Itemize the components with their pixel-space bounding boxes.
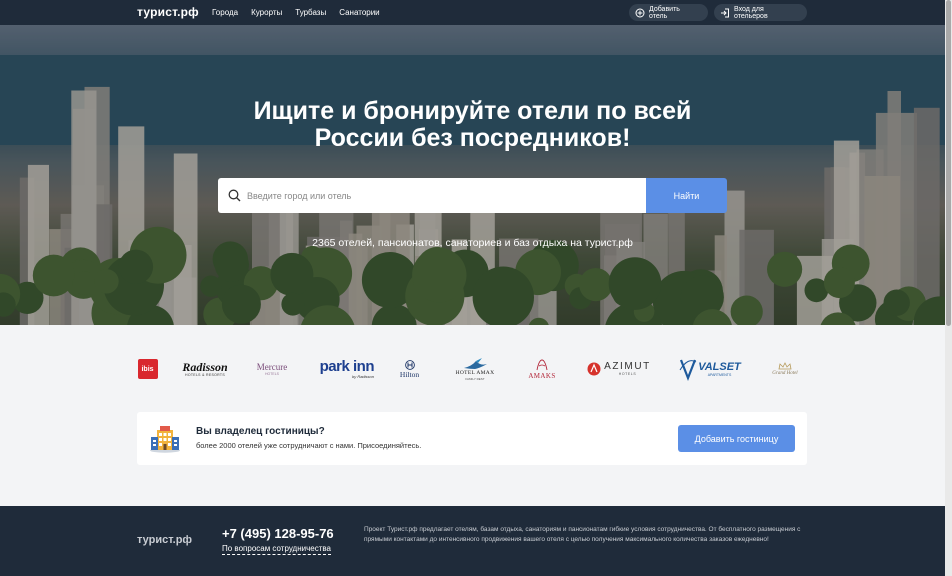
plus-circle-icon xyxy=(635,8,645,17)
search-input[interactable] xyxy=(247,190,627,201)
parkinn-text: park inn xyxy=(319,357,375,375)
azimut-text: AZIMUT xyxy=(604,361,651,372)
azimut-subtext: HOTELS xyxy=(618,372,637,376)
valset-swoosh-icon xyxy=(679,359,697,382)
nav-cities[interactable]: Города xyxy=(212,8,238,17)
amaks-monogram-icon xyxy=(536,359,548,371)
ibis-text: ibis xyxy=(141,365,154,373)
hero-subtitle: 2365 отелей, пансионатов, санаториев и б… xyxy=(312,237,633,249)
amax-bird-icon xyxy=(464,357,487,369)
footer: турист.рф +7 (495) 128-95-76 По вопросам… xyxy=(0,506,945,576)
hero-section: Ищите и бронируйте отели по всей России … xyxy=(0,25,945,325)
grand-hotel-text: Grand Hotel xyxy=(772,370,798,376)
hero-title-line-2: России без посредников! xyxy=(314,124,631,152)
search-button[interactable]: Найти xyxy=(646,178,727,213)
site-logo[interactable]: турист.рф xyxy=(137,5,199,19)
hilton-text: Hilton xyxy=(399,369,420,379)
hotelier-login-label: Вход для отельеров xyxy=(734,5,768,20)
valset-subtext: APARTMENTS xyxy=(707,372,732,377)
brand-grand-hotel-logo: Grand Hotel xyxy=(765,352,805,386)
azimut-emblem-icon xyxy=(587,362,601,376)
top-header: турист.рф Города Курорты Турбазы Санатор… xyxy=(0,0,945,25)
nav-sanatoriums[interactable]: Санатории xyxy=(339,8,379,17)
brand-radisson-logo: Radisson HOTELS & RESORTS xyxy=(177,352,233,386)
footer-description: Проект Турист.рф предлагает отелям, база… xyxy=(364,526,801,543)
brand-azimut-logo: AZIMUT HOTELS xyxy=(583,352,655,386)
search-icon xyxy=(228,189,241,202)
hero-title-line-1: Ищите и бронируйте отели по всей xyxy=(253,97,692,125)
brand-amax-logo: HOTEL AMAX FAMILY REST xyxy=(447,352,503,386)
amax-text: HOTEL AMAX xyxy=(455,369,495,376)
brand-amaks-logo: AMAKS xyxy=(522,352,562,386)
amax-subtext: FAMILY REST xyxy=(465,376,485,381)
hilton-emblem-icon xyxy=(404,359,415,370)
grand-hotel-crown-icon xyxy=(778,361,792,369)
amaks-text: AMAKS xyxy=(528,372,556,380)
brand-mercure-logo: Mercure HOTELS xyxy=(250,352,294,386)
hotel-building-icon xyxy=(150,426,180,453)
footer-logo[interactable]: турист.рф xyxy=(137,534,192,546)
owner-subtitle: более 2000 отелей уже сотрудничают с нам… xyxy=(196,441,422,450)
radisson-text: Radisson xyxy=(182,360,228,374)
nav-resorts[interactable]: Курорты xyxy=(251,8,282,17)
brand-ibis-logo: ibis xyxy=(137,352,158,386)
cooperation-link[interactable]: По вопросам сотрудничества xyxy=(222,544,331,555)
nav-campsites[interactable]: Турбазы xyxy=(295,8,326,17)
page: турист.рф Города Курорты Турбазы Санатор… xyxy=(0,0,945,576)
brand-logos-strip: ibis Radisson HOTELS & RESORTS Mercure H… xyxy=(137,352,807,386)
footer-phone[interactable]: +7 (495) 128-95-76 xyxy=(222,526,334,541)
hero-overlay xyxy=(0,25,945,325)
brand-valset-logo: VALSET APARTMENTS xyxy=(677,352,743,386)
hero-title: Ищите и бронируйте отели по всей России … xyxy=(0,98,945,152)
parkinn-subtext: by Radisson xyxy=(351,373,374,379)
scrollbar-thumb[interactable] xyxy=(946,0,951,326)
radisson-subtext: HOTELS & RESORTS xyxy=(185,373,225,377)
add-hostel-button[interactable]: Добавить гостиницу xyxy=(678,425,795,452)
add-hotel-label: Добавить отель xyxy=(649,5,680,20)
brand-hilton-logo: Hilton xyxy=(393,352,426,386)
mercure-subtext: HOTELS xyxy=(264,372,279,376)
search-box xyxy=(218,178,646,213)
login-icon xyxy=(721,8,729,17)
mercure-text: Mercure xyxy=(256,362,288,372)
page-scrollbar[interactable] xyxy=(945,0,952,576)
add-hotel-button[interactable]: Добавить отель xyxy=(629,4,708,21)
hotelier-login-button[interactable]: Вход для отельеров xyxy=(714,4,807,21)
owner-title: Вы владелец гостиницы? xyxy=(196,426,325,437)
owner-invite-card: Вы владелец гостиницы? более 2000 отелей… xyxy=(137,412,807,465)
main-nav: Города Курорты Турбазы Санатории xyxy=(212,8,380,17)
valset-text: VALSET xyxy=(698,360,741,373)
brand-parkinn-logo: park inn by Radisson xyxy=(312,352,375,386)
